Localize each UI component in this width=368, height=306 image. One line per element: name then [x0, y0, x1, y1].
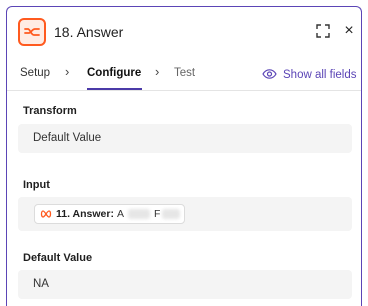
chevron-right-icon: ›	[155, 64, 160, 79]
chevron-right-icon: ›	[65, 64, 70, 79]
default-value-field[interactable]: NA	[18, 270, 352, 299]
loop-icon	[40, 205, 52, 223]
show-all-fields-label: Show all fields	[283, 69, 357, 81]
panel-header: 18. Answer ×	[7, 7, 361, 55]
input-field[interactable]: 11. Answer: A F	[18, 197, 352, 231]
input-label: Input	[23, 179, 50, 191]
step-title: 18. Answer	[54, 24, 124, 40]
mapped-field-chip[interactable]: 11. Answer: A F	[34, 204, 185, 224]
tab-setup[interactable]: Setup	[20, 67, 50, 79]
default-value-label: Default Value	[23, 252, 93, 264]
transform-label: Transform	[23, 105, 77, 117]
chip-value-start: A	[116, 208, 124, 220]
tab-configure[interactable]: Configure	[87, 67, 141, 79]
redacted-text	[128, 209, 150, 219]
step-tabs: Setup › Configure › Test Show all fields	[7, 55, 361, 91]
chip-step-label: 11. Answer:	[56, 208, 114, 220]
expand-icon[interactable]	[315, 23, 331, 39]
transform-value: Default Value	[33, 132, 102, 144]
eye-icon	[262, 66, 277, 84]
transform-select[interactable]: Default Value	[18, 124, 352, 153]
redacted-text	[162, 209, 181, 219]
step-editor-panel: 18. Answer × Setup › Configure › Test Sh…	[6, 6, 362, 306]
formatter-icon	[18, 18, 46, 46]
default-value-text: NA	[33, 278, 49, 290]
active-tab-indicator	[87, 88, 142, 90]
chip-value-mid: F	[154, 208, 161, 220]
show-all-fields-button[interactable]: Show all fields	[262, 66, 357, 84]
tab-test[interactable]: Test	[174, 67, 195, 79]
close-icon[interactable]: ×	[341, 22, 357, 40]
